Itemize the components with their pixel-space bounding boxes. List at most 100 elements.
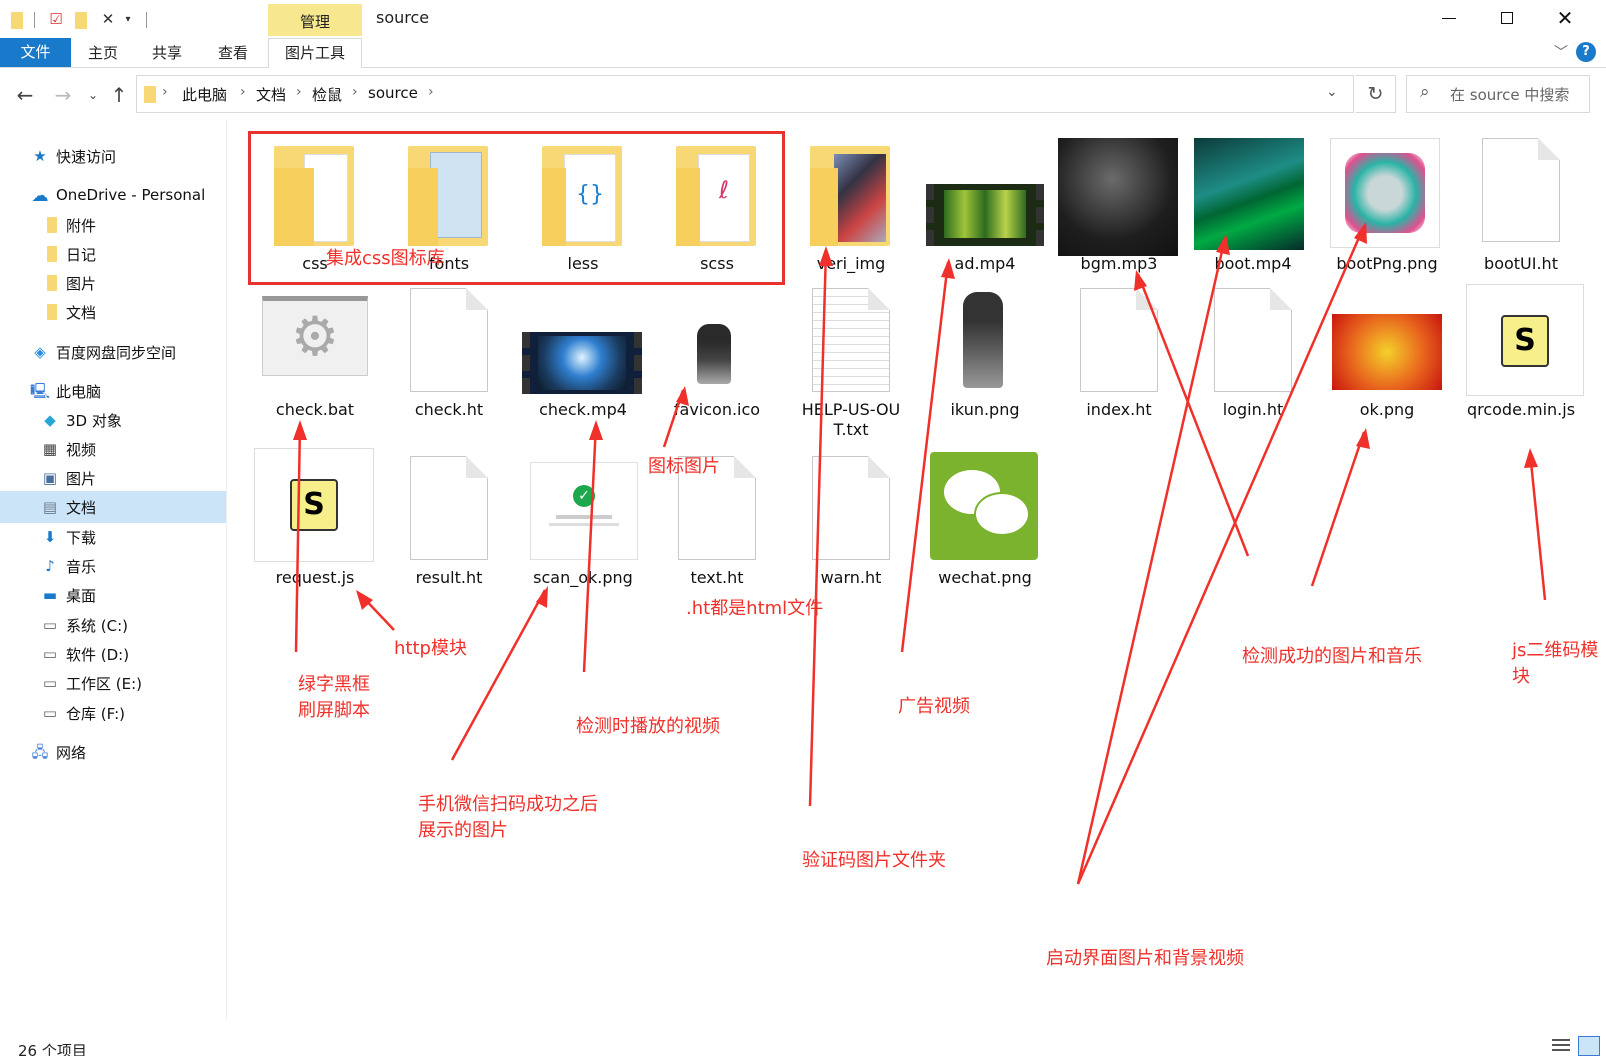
file-item-login-ht[interactable]: login.ht bbox=[1186, 284, 1320, 444]
drive-icon: ▭ bbox=[42, 616, 58, 634]
file-item-index-ht[interactable]: index.ht bbox=[1052, 284, 1186, 444]
breadcrumb-source[interactable]: source bbox=[368, 84, 418, 102]
nav-network[interactable]: 🖧 网络 bbox=[0, 738, 226, 767]
back-button[interactable]: ← bbox=[12, 82, 38, 108]
search-input[interactable]: 在 source 中搜索 bbox=[1450, 84, 1569, 105]
file-item-veri-img[interactable]: veri_img bbox=[784, 138, 918, 278]
close-button[interactable]: ✕ bbox=[1536, 0, 1594, 36]
tab-view[interactable]: 查看 bbox=[218, 42, 248, 63]
nav-3d-objects[interactable]: ◆ 3D 对象 bbox=[0, 406, 226, 435]
breadcrumb-this-pc[interactable]: 此电脑 bbox=[182, 84, 227, 105]
tab-share[interactable]: 共享 bbox=[152, 42, 182, 63]
delete-icon[interactable]: ✕ bbox=[98, 8, 118, 30]
nav-music[interactable]: ♪ 音乐 bbox=[0, 552, 226, 581]
up-button[interactable]: ↑ bbox=[106, 82, 132, 108]
nav-quick-access[interactable]: ★ 快速访问 bbox=[0, 142, 226, 171]
nav-label: 日记 bbox=[66, 246, 97, 264]
large-icons-view-icon[interactable] bbox=[1578, 1036, 1600, 1056]
desktop-icon: ▬ bbox=[42, 586, 58, 604]
help-icon[interactable]: ? bbox=[1576, 42, 1596, 62]
file-item-wechat-png[interactable]: wechat.png bbox=[918, 448, 1052, 598]
nav-drive-c[interactable]: ▭ 系统 (C:) bbox=[0, 611, 226, 640]
file-item-bootpng-png[interactable]: bootPng.png bbox=[1320, 138, 1454, 278]
annotation-icon-image: 图标图片 bbox=[648, 456, 720, 477]
document-icon: ▤ bbox=[42, 498, 58, 516]
file-item-result-ht[interactable]: result.ht bbox=[382, 448, 516, 598]
file-item-check-mp4[interactable]: check.mp4 bbox=[516, 284, 650, 444]
nav-label: 文档 bbox=[66, 304, 97, 322]
annotation-http-module: http模块 bbox=[394, 638, 467, 659]
file-name: bootUI.ht bbox=[1484, 254, 1558, 273]
nav-onedrive-diary[interactable]: 日记 bbox=[0, 240, 226, 269]
file-item-ikun-png[interactable]: ikun.png bbox=[918, 284, 1052, 444]
breadcrumb-separator[interactable]: › bbox=[352, 84, 358, 100]
breadcrumb-jianshu[interactable]: 检鼠 bbox=[312, 84, 342, 105]
nav-baidu-netdisk[interactable]: ◈ 百度网盘同步空间 bbox=[0, 338, 226, 367]
tab-home[interactable]: 主页 bbox=[88, 42, 118, 63]
nav-pictures[interactable]: ▣ 图片 bbox=[0, 464, 226, 493]
address-dropdown-chevron-icon[interactable]: ⌄ bbox=[1326, 84, 1338, 100]
tab-picture-tools[interactable]: 图片工具 bbox=[268, 38, 362, 68]
manage-context-tab[interactable]: 管理 bbox=[268, 4, 362, 38]
properties-icon[interactable]: ☑ bbox=[46, 8, 66, 30]
music-icon: ♪ bbox=[45, 557, 55, 575]
cloud-icon: ☁ bbox=[31, 186, 49, 206]
file-item-warn-ht[interactable]: warn.ht bbox=[784, 448, 918, 598]
breadcrumb-separator[interactable]: › bbox=[162, 84, 168, 100]
file-item-check-bat[interactable]: ⚙ check.bat bbox=[248, 284, 382, 444]
file-item-check-ht[interactable]: check.ht bbox=[382, 284, 516, 444]
nav-label: 软件 (D:) bbox=[66, 646, 130, 664]
new-folder-icon[interactable] bbox=[74, 8, 88, 30]
file-item-favicon-ico[interactable]: favicon.ico bbox=[650, 284, 784, 444]
nav-documents[interactable]: ▤ 文档 bbox=[0, 491, 226, 523]
nav-downloads[interactable]: ⬇ 下载 bbox=[0, 523, 226, 552]
file-item-boot-mp4[interactable]: boot.mp4 bbox=[1186, 138, 1320, 278]
nav-drive-d[interactable]: ▭ 软件 (D:) bbox=[0, 640, 226, 669]
nav-label: 工作区 (E:) bbox=[66, 675, 143, 693]
nav-label: 3D 对象 bbox=[66, 412, 122, 430]
nav-drive-e[interactable]: ▭ 工作区 (E:) bbox=[0, 669, 226, 698]
customize-qa-chevron-icon[interactable]: ▾ bbox=[122, 8, 134, 30]
script-icon: S bbox=[1466, 284, 1584, 396]
cube-icon: ◆ bbox=[44, 411, 56, 429]
maximize-button[interactable] bbox=[1478, 0, 1536, 36]
breadcrumb-separator[interactable]: › bbox=[296, 84, 302, 100]
file-item-qrcode-min-js[interactable]: S qrcode.min.js bbox=[1454, 284, 1588, 444]
breadcrumb-separator[interactable]: › bbox=[240, 84, 246, 100]
forward-button[interactable]: → bbox=[50, 82, 76, 108]
nav-onedrive-documents[interactable]: 文档 bbox=[0, 298, 226, 327]
check-icon: ✓ bbox=[573, 485, 595, 507]
star-icon: ★ bbox=[33, 147, 47, 165]
recent-locations-button[interactable]: ⌄ bbox=[80, 82, 106, 108]
breadcrumb-documents[interactable]: 文档 bbox=[256, 84, 286, 105]
nav-videos[interactable]: ▦ 视频 bbox=[0, 435, 226, 464]
divider bbox=[146, 12, 147, 28]
breadcrumb-separator[interactable]: › bbox=[428, 84, 434, 100]
minimize-button[interactable] bbox=[1420, 0, 1478, 36]
nav-label: 网络 bbox=[56, 744, 87, 762]
nav-onedrive-attachments[interactable]: 附件 bbox=[0, 211, 226, 240]
file-item-bootui-ht[interactable]: bootUI.ht bbox=[1454, 138, 1588, 278]
video-thumbnail bbox=[522, 332, 642, 394]
file-item-bgm-mp3[interactable]: bgm.mp3 bbox=[1052, 138, 1186, 278]
file-item-request-js[interactable]: S request.js bbox=[248, 448, 382, 598]
folder-icon bbox=[144, 84, 156, 107]
tab-file[interactable]: 文件 bbox=[0, 38, 71, 67]
nav-drive-f[interactable]: ▭ 仓库 (F:) bbox=[0, 699, 226, 728]
details-view-icon[interactable] bbox=[1552, 1036, 1574, 1056]
nav-desktop[interactable]: ▬ 桌面 bbox=[0, 581, 226, 610]
nav-label: 文档 bbox=[66, 499, 97, 517]
file-item-help-us-out-txt[interactable]: HELP-US-OUT.txt bbox=[784, 284, 918, 444]
maximize-icon bbox=[1501, 12, 1513, 24]
nav-onedrive-pictures[interactable]: 图片 bbox=[0, 269, 226, 298]
nav-onedrive[interactable]: ☁ OneDrive - Personal bbox=[0, 182, 226, 211]
refresh-icon: ↻ bbox=[1367, 83, 1384, 105]
file-item-scan-ok-png[interactable]: ✓ scan_ok.png bbox=[516, 448, 650, 598]
expand-ribbon-chevron-icon[interactable]: ﹀ bbox=[1554, 42, 1568, 62]
file-item-ad-mp4[interactable]: ad.mp4 bbox=[918, 138, 1052, 278]
close-icon: ✕ bbox=[1556, 6, 1574, 30]
folder-icon bbox=[42, 273, 62, 293]
nav-this-pc[interactable]: 🖳 此电脑 bbox=[0, 377, 226, 406]
refresh-button[interactable]: ↻ bbox=[1356, 75, 1396, 113]
file-item-ok-png[interactable]: ok.png bbox=[1320, 284, 1454, 444]
